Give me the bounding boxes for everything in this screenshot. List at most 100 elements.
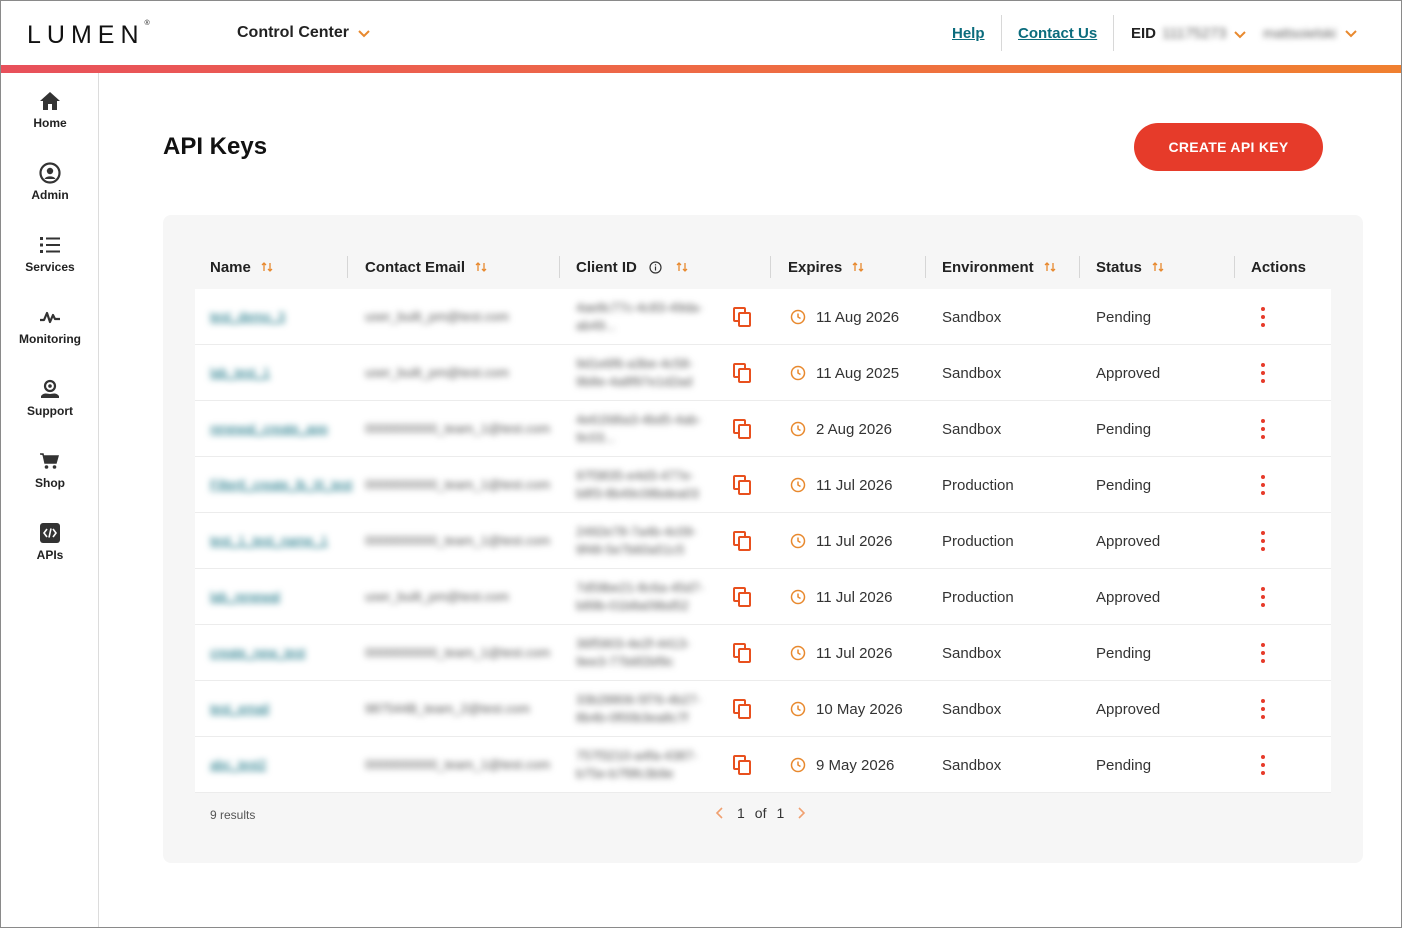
status-value: Approved bbox=[1096, 700, 1161, 718]
cell-name[interactable]: renewal_create_app bbox=[210, 401, 328, 457]
chevron-left-icon[interactable] bbox=[713, 806, 727, 820]
copy-icon[interactable] bbox=[731, 362, 753, 384]
sidebar-item-label: Admin bbox=[31, 188, 69, 202]
cell-name[interactable]: create_new_test bbox=[210, 625, 320, 681]
chevron-right-icon[interactable] bbox=[794, 806, 808, 820]
row-actions-menu[interactable] bbox=[1253, 641, 1273, 665]
sidebar-item-support[interactable]: Support bbox=[1, 377, 99, 437]
header-divider bbox=[1113, 15, 1114, 51]
table-row: renewal_create_app 0000000000_team_1@tes… bbox=[195, 401, 1331, 457]
api-key-name-link[interactable]: create_new_test bbox=[210, 644, 305, 662]
sidebar-item-admin[interactable]: Admin bbox=[1, 161, 99, 221]
expires-value: 11 Jul 2026 bbox=[816, 588, 893, 606]
row-actions-menu[interactable] bbox=[1253, 753, 1273, 777]
copy-icon[interactable] bbox=[731, 418, 753, 440]
client-id-value: 757f3210-a4fa-4387-b75e-b7f9fc3b9e bbox=[576, 748, 698, 781]
help-link[interactable]: Help bbox=[952, 25, 985, 42]
copy-icon[interactable] bbox=[731, 530, 753, 552]
app-window: LUMEN® Control Center Help Contact Us EI… bbox=[0, 0, 1402, 928]
api-key-name-link[interactable]: Filtertl_create_lb_III_test bbox=[210, 476, 352, 494]
environment-value: Sandbox bbox=[942, 364, 1002, 382]
cell-status: Pending bbox=[1096, 457, 1226, 513]
cell-status: Pending bbox=[1096, 401, 1226, 457]
cell-name[interactable]: test_1_test_name_1 bbox=[210, 513, 328, 569]
column-header-name[interactable]: Name bbox=[210, 245, 273, 289]
eid-value: 11175273 bbox=[1162, 25, 1227, 42]
row-actions-menu[interactable] bbox=[1253, 473, 1273, 497]
table-header: Name Contact Email Client ID Expires Env… bbox=[195, 245, 1331, 289]
column-divider bbox=[1079, 256, 1080, 278]
app-switcher[interactable]: Control Center bbox=[237, 24, 371, 42]
cell-contact-email: 0000000000_team_1@test.com bbox=[365, 625, 550, 681]
column-header-expires[interactable]: Expires bbox=[788, 245, 864, 289]
cell-status: Pending bbox=[1096, 289, 1226, 345]
cell-environment: Production bbox=[942, 569, 1072, 625]
api-key-name-link[interactable]: test_demo_3 bbox=[210, 308, 285, 326]
column-divider bbox=[770, 256, 771, 278]
column-divider bbox=[925, 256, 926, 278]
api-key-name-link[interactable]: test_1_test_name_1 bbox=[210, 532, 328, 550]
cell-name[interactable]: abc_test2 bbox=[210, 737, 320, 793]
api-key-name-link[interactable]: renewal_create_app bbox=[210, 420, 328, 438]
row-actions-menu[interactable] bbox=[1253, 585, 1273, 609]
page-current: 1 bbox=[737, 805, 745, 821]
row-actions-menu[interactable] bbox=[1253, 305, 1273, 329]
status-value: Pending bbox=[1096, 756, 1152, 774]
copy-icon[interactable] bbox=[731, 642, 753, 664]
cell-expires: 11 Jul 2026 bbox=[790, 569, 920, 625]
column-header-client-id[interactable]: Client ID bbox=[576, 245, 688, 289]
sidebar-item-home[interactable]: Home bbox=[1, 89, 99, 149]
lumen-logo[interactable]: LUMEN® bbox=[27, 20, 150, 50]
table-row: test_email 987544B_team_2@test.com 33b28… bbox=[195, 681, 1331, 737]
api-key-name-link[interactable]: test_email bbox=[210, 700, 269, 718]
row-actions-menu[interactable] bbox=[1253, 417, 1273, 441]
cell-environment: Production bbox=[942, 513, 1072, 569]
cell-name[interactable]: lab_test_1 bbox=[210, 345, 320, 401]
user-menu[interactable]: mattsoielski bbox=[1263, 25, 1358, 41]
cell-client-id: 97f3835-e4d3-477e-b8f3-8b49c08bdea03 bbox=[576, 457, 721, 513]
expires-value: 11 Jul 2026 bbox=[816, 532, 893, 550]
api-key-name-link[interactable]: lab_test_1 bbox=[210, 364, 270, 382]
sidebar-item-monitoring[interactable]: Monitoring bbox=[1, 305, 99, 365]
cell-status: Approved bbox=[1096, 681, 1226, 737]
copy-icon[interactable] bbox=[731, 698, 753, 720]
copy-icon[interactable] bbox=[731, 754, 753, 776]
cell-name[interactable]: lab_renewal bbox=[210, 569, 320, 625]
sidebar-item-apis[interactable]: APIs bbox=[1, 521, 99, 581]
eid-selector[interactable]: EID 11175273 bbox=[1131, 25, 1247, 42]
sidebar-item-shop[interactable]: Shop bbox=[1, 449, 99, 509]
copy-icon[interactable] bbox=[731, 474, 753, 496]
row-actions-menu[interactable] bbox=[1253, 697, 1273, 721]
api-key-name-link[interactable]: abc_test2 bbox=[210, 756, 266, 774]
contact-email-value: user_built_pm@test.com bbox=[365, 589, 509, 604]
cell-client-id: 4e61fd6a3-4bd5-4ab-9c03... bbox=[576, 401, 721, 457]
column-header-status[interactable]: Status bbox=[1096, 245, 1164, 289]
copy-icon[interactable] bbox=[731, 306, 753, 328]
status-value: Pending bbox=[1096, 308, 1152, 326]
environment-value: Sandbox bbox=[942, 308, 1002, 326]
row-actions-menu[interactable] bbox=[1253, 529, 1273, 553]
cell-name[interactable]: Filtertl_create_lb_III_test bbox=[210, 457, 352, 513]
cell-environment: Sandbox bbox=[942, 289, 1072, 345]
cell-client-id: 33b28806-5f76-4b27-8b4b-0f00b3ea8c7f bbox=[576, 681, 721, 737]
cell-expires: 11 Jul 2026 bbox=[790, 457, 920, 513]
copy-icon[interactable] bbox=[731, 586, 753, 608]
cell-contact-email: 0000000000_team_1@test.com bbox=[365, 401, 550, 457]
client-id-value: 7d59be21-8c6a-45d7-b89b-01b8a09bd52 bbox=[576, 580, 704, 613]
column-header-contact-email[interactable]: Contact Email bbox=[365, 245, 487, 289]
cell-expires: 11 Jul 2026 bbox=[790, 513, 920, 569]
client-id-value: 33b28806-5f76-4b27-8b4b-0f00b3ea8c7f bbox=[576, 692, 702, 725]
create-api-key-button[interactable]: CREATE API KEY bbox=[1134, 123, 1323, 171]
sort-icon bbox=[676, 262, 688, 272]
cell-environment: Sandbox bbox=[942, 737, 1072, 793]
column-header-environment[interactable]: Environment bbox=[942, 245, 1056, 289]
cell-name[interactable]: test_demo_3 bbox=[210, 289, 320, 345]
cell-name[interactable]: test_email bbox=[210, 681, 320, 737]
cart-icon bbox=[38, 449, 62, 473]
api-key-name-link[interactable]: lab_renewal bbox=[210, 588, 280, 606]
sort-icon bbox=[852, 262, 864, 272]
contact-us-link[interactable]: Contact Us bbox=[1018, 25, 1097, 42]
cell-status: Approved bbox=[1096, 513, 1226, 569]
row-actions-menu[interactable] bbox=[1253, 361, 1273, 385]
sidebar-item-services[interactable]: Services bbox=[1, 233, 99, 293]
